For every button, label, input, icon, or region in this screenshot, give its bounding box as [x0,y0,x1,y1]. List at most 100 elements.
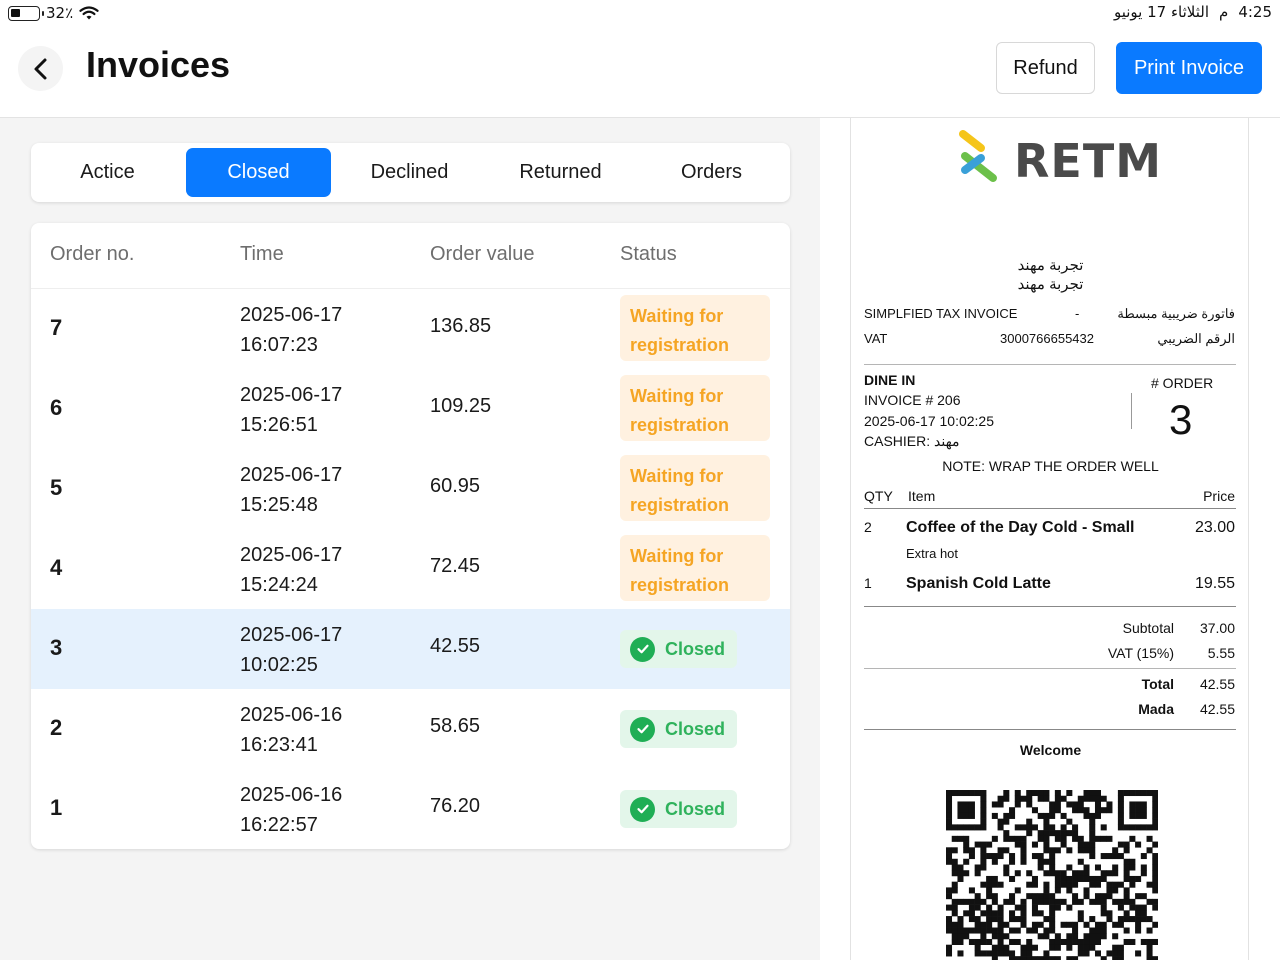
table-row[interactable]: 5 2025-06-17 15:25:48 60.95 Waiting for r… [31,449,790,529]
order-divider [1131,393,1132,429]
status-badge: Closed [620,630,738,668]
order-number: 3 [50,635,63,660]
order-value: 109.25 [430,395,492,417]
divider [864,508,1236,509]
status-badge: Waiting for registration [620,375,770,441]
check-circle-icon [630,716,655,742]
invoice-number: INVOICE # 206 [864,392,961,408]
order-value: 76.20 [430,795,481,817]
column-header-status: Status [620,243,677,265]
wifi-icon [79,5,99,19]
order-time: 2025-06-17 15:26:51 [240,380,342,440]
item-name: Coffee of the Day Cold - Small [906,519,1135,536]
status-tabs: Actice Closed Declined Returned Orders [31,143,790,202]
order-value: 72.45 [430,555,481,577]
receipt-paper: RETM تجربة مهند تجربة مهند SIMPLFIED TAX… [850,118,1249,960]
order-time: 2025-06-16 16:22:57 [240,780,342,840]
order-date-line: 2025-06-17 [240,624,343,646]
table-row[interactable]: 2 2025-06-16 16:23:41 58.65 Closed [31,689,790,769]
invoices-table: Order no. Time Order value Status 7 2025… [31,223,790,849]
divider [864,364,1236,365]
store-name: تجربة مهند تجربة مهند [851,256,1250,294]
battery-level: 32٪ [46,4,74,22]
order-note: NOTE: WRAP THE ORDER WELL [942,458,1159,474]
invoice-datetime: 2025-06-17 10:02:25 [864,413,994,429]
status-text: Closed [665,718,726,739]
order-number: 2 [50,715,63,740]
order-date-line: 2025-06-17 [240,544,343,566]
status-ampm: م [1219,3,1229,21]
receipt-preview-panel[interactable]: RETM تجربة مهند تجربة مهند SIMPLFIED TAX… [820,118,1280,960]
invoice-type-ar: فاتورة ضريبية مبسطة [1117,306,1235,321]
divider [864,668,1236,669]
refund-button[interactable]: Refund [996,42,1095,94]
order-time: 2025-06-17 16:07:23 [240,300,342,360]
order-time-line: 15:26:51 [240,414,318,436]
subtotal-value: 37.00 [1199,620,1235,636]
tab-actice[interactable]: Actice [35,148,180,197]
order-value: 42.55 [430,635,481,657]
order-time-line: 16:23:41 [240,734,318,756]
order-date-line: 2025-06-17 [240,464,343,486]
print-invoice-button[interactable]: Print Invoice [1116,42,1262,94]
order-number: 4 [50,555,63,580]
page-title: Invoices [86,44,231,85]
subtotal-label: Subtotal [1122,620,1174,636]
column-header-time: Time [240,243,284,265]
status-badge: Closed [620,790,738,828]
tab-closed[interactable]: Closed [186,148,331,197]
tab-returned[interactable]: Returned [488,148,633,197]
order-label: # ORDER [1151,375,1214,391]
order-number: 6 [50,395,63,420]
invoice-type-sep: - [1075,306,1080,321]
store-name-line-1: تجربة مهند [1017,257,1084,274]
status-badge: Waiting for registration [620,295,770,361]
order-date-line: 2025-06-16 [240,784,343,806]
table-row[interactable]: 7 2025-06-17 16:07:23 136.85 Waiting for … [31,289,790,369]
payment-label: Mada [1138,701,1174,717]
order-time: 2025-06-17 10:02:25 [240,620,342,680]
status-left: 32٪ [8,4,99,22]
status-text: Closed [665,798,726,819]
order-time-line: 16:22:57 [240,814,318,836]
total-value: 42.55 [1199,676,1235,692]
tab-orders[interactable]: Orders [639,148,784,197]
price-header: Price [1203,488,1235,504]
vat-number: 3000766655432 [1000,331,1094,346]
order-time: 2025-06-17 15:24:24 [240,540,342,600]
item-modifier: Extra hot [906,546,959,561]
status-bar: 32٪ الثلاثاء 17 يونيو م 4:25 [0,0,1280,26]
order-date-line: 2025-06-17 [240,384,343,406]
status-badge: Closed [620,710,738,748]
column-header-value: Order value [430,243,535,265]
status-time: 4:25 [1238,3,1272,21]
table-row[interactable]: 1 2025-06-16 16:22:57 76.20 Closed [31,769,790,849]
item-qty: 1 [864,575,872,591]
table-header: Order no. Time Order value Status [31,223,790,289]
service-type: DINE IN [864,372,916,388]
item-qty: 2 [864,519,872,535]
status-badge: Waiting for registration [620,535,770,601]
item-header: Item [908,488,936,504]
table-row[interactable]: 6 2025-06-17 15:26:51 109.25 Waiting for … [31,369,790,449]
table-row-selected[interactable]: 3 2025-06-17 10:02:25 42.55 Closed [31,609,790,689]
order-time-line: 10:02:25 [240,654,318,676]
logo-wordmark: RETM [1014,134,1162,188]
tab-declined[interactable]: Declined [337,148,482,197]
vat-line-label: VAT (15%) [1107,645,1174,661]
check-circle-icon [630,636,655,662]
table-row[interactable]: 4 2025-06-17 15:24:24 72.45 Waiting for r… [31,529,790,609]
back-chevron-icon [34,58,46,79]
retm-logo-icon [959,130,997,182]
order-time: 2025-06-16 16:23:41 [240,700,342,760]
app-header: Invoices Refund Print Invoice [0,26,1280,118]
divider [864,606,1236,607]
welcome-text: Welcome [1019,742,1082,758]
qr-code-icon [946,790,1158,960]
divider [864,729,1236,730]
invoice-type-en: SIMPLFIED TAX INVOICE [864,306,1018,321]
back-button[interactable] [18,46,63,91]
order-time-line: 15:24:24 [240,574,318,596]
item-price: 23.00 [1194,519,1235,536]
qty-header: QTY [864,488,893,504]
